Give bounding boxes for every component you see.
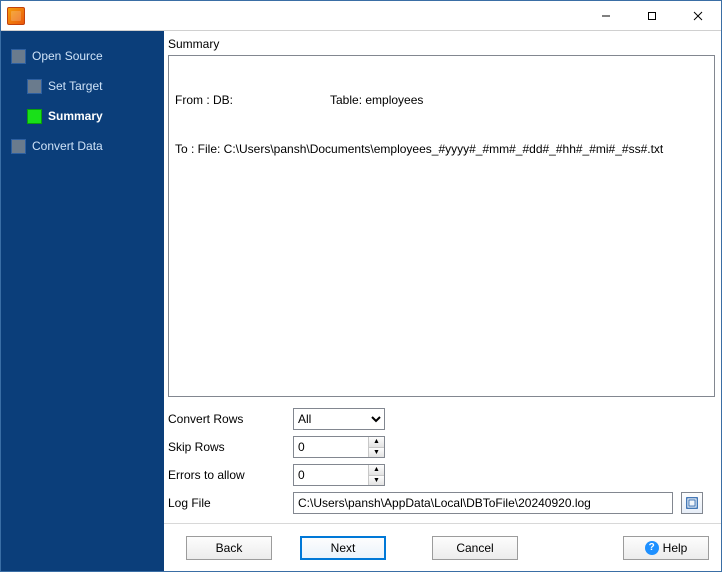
row-convert-rows: Convert Rows All	[168, 405, 715, 433]
sidebar-item-set-target[interactable]: Set Target	[1, 71, 164, 101]
help-button-label: Help	[663, 541, 688, 555]
spinner-skip-rows: ▲ ▼	[293, 436, 385, 458]
window-controls	[583, 1, 721, 30]
sidebar-item-convert-data[interactable]: Convert Data	[1, 131, 164, 161]
body: Open Source Set Target Summary Convert D…	[1, 31, 721, 571]
summary-from-table: Table: employees	[330, 92, 423, 108]
step-box-icon	[27, 109, 42, 124]
summary-from-db: From : DB:	[175, 92, 330, 108]
input-log-file[interactable]	[293, 492, 673, 514]
help-icon: ?	[645, 541, 659, 555]
sidebar-item-label: Open Source	[32, 49, 103, 63]
close-icon	[693, 11, 703, 21]
spinner-errors-allow: ▲ ▼	[293, 464, 385, 486]
summary-text: From : DB: Table: employees To : File: C…	[168, 55, 715, 397]
next-button[interactable]: Next	[300, 536, 386, 560]
label-errors-allow: Errors to allow	[168, 468, 293, 482]
browse-icon	[685, 496, 699, 510]
spin-up-button[interactable]: ▲	[369, 437, 384, 448]
wizard-sidebar: Open Source Set Target Summary Convert D…	[1, 31, 164, 571]
row-log-file: Log File	[168, 489, 715, 517]
maximize-button[interactable]	[629, 1, 675, 30]
maximize-icon	[647, 11, 657, 21]
spinner-buttons: ▲ ▼	[368, 465, 384, 485]
sidebar-item-label: Summary	[48, 109, 103, 123]
spin-down-button[interactable]: ▼	[369, 448, 384, 458]
spin-down-button[interactable]: ▼	[369, 476, 384, 486]
spin-up-button[interactable]: ▲	[369, 465, 384, 476]
back-button-label: Back	[216, 541, 243, 555]
input-errors-allow[interactable]	[294, 465, 368, 485]
browse-log-button[interactable]	[681, 492, 703, 514]
step-box-icon	[11, 139, 26, 154]
wizard-footer: Back Next Cancel ? Help	[164, 523, 721, 571]
cancel-button-label: Cancel	[456, 541, 493, 555]
minimize-button[interactable]	[583, 1, 629, 30]
row-errors-allow: Errors to allow ▲ ▼	[168, 461, 715, 489]
app-window: Open Source Set Target Summary Convert D…	[0, 0, 722, 572]
input-skip-rows[interactable]	[294, 437, 368, 457]
row-skip-rows: Skip Rows ▲ ▼	[168, 433, 715, 461]
select-convert-rows[interactable]: All	[293, 408, 385, 430]
summary-from-line: From : DB: Table: employees	[175, 92, 708, 108]
app-icon	[7, 7, 25, 25]
help-button[interactable]: ? Help	[623, 536, 709, 560]
label-convert-rows: Convert Rows	[168, 412, 293, 426]
back-button[interactable]: Back	[186, 536, 272, 560]
step-box-icon	[27, 79, 42, 94]
label-skip-rows: Skip Rows	[168, 440, 293, 454]
minimize-icon	[601, 11, 611, 21]
spinner-buttons: ▲ ▼	[368, 437, 384, 457]
sidebar-item-summary[interactable]: Summary	[1, 101, 164, 131]
summary-heading: Summary	[164, 31, 721, 55]
main-panel: Summary From : DB: Table: employees To :…	[164, 31, 721, 571]
step-box-icon	[11, 49, 26, 64]
summary-to-line: To : File: C:\Users\pansh\Documents\empl…	[175, 141, 708, 157]
label-log-file: Log File	[168, 496, 293, 510]
close-button[interactable]	[675, 1, 721, 30]
titlebar	[1, 1, 721, 31]
sidebar-item-open-source[interactable]: Open Source	[1, 41, 164, 71]
sidebar-item-label: Set Target	[48, 79, 102, 93]
sidebar-item-label: Convert Data	[32, 139, 103, 153]
cancel-button[interactable]: Cancel	[432, 536, 518, 560]
options-form: Convert Rows All Skip Rows ▲ ▼	[164, 397, 721, 523]
next-button-label: Next	[331, 541, 356, 555]
